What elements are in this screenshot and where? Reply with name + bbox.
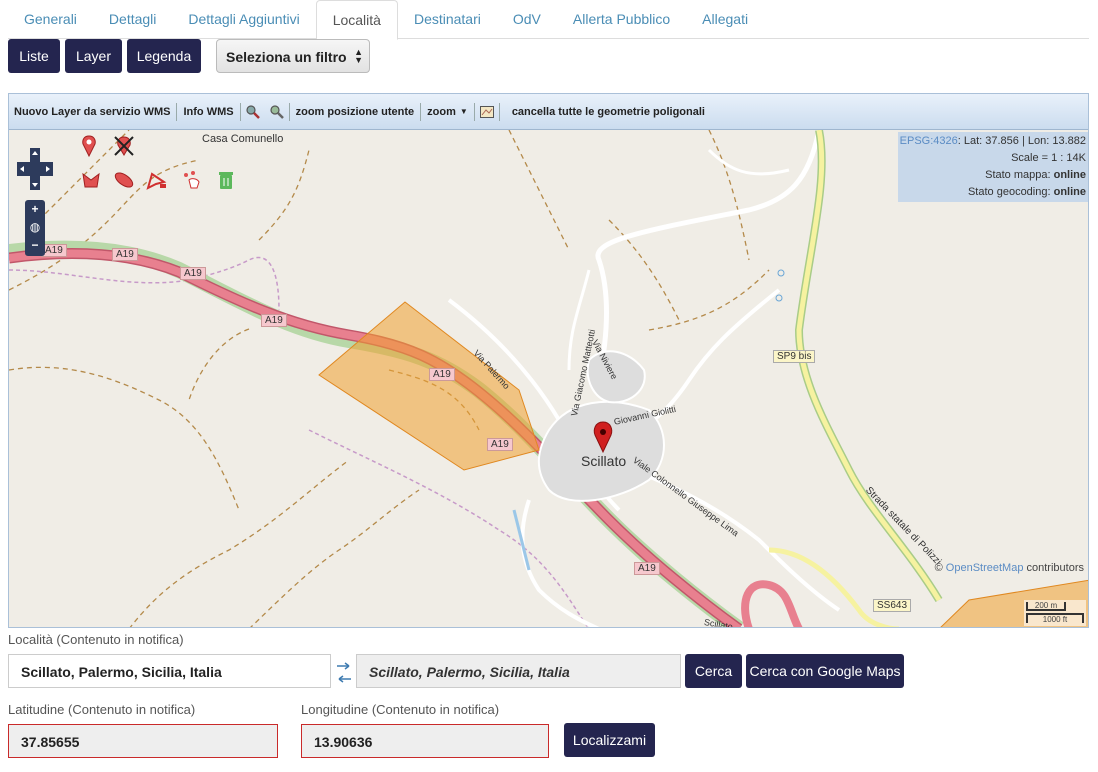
map-canvas[interactable]: Casa Comunello Scillato A19 A19 A19 A19 … [9, 130, 1088, 627]
map-label-town: Scillato [581, 453, 627, 469]
zoom-dropdown[interactable]: zoom ▼ [421, 106, 474, 118]
tab-generali[interactable]: Generali [8, 0, 93, 39]
latitude-field[interactable]: 37.85655 [8, 724, 278, 758]
cerca-google-maps-button[interactable]: Cerca con Google Maps [746, 654, 904, 688]
zoom-user-position-button[interactable]: zoom posizione utente [290, 106, 421, 118]
tab-localita[interactable]: Località [315, 0, 398, 40]
localita-input[interactable]: Scillato, Palermo, Sicilia, Italia [8, 654, 331, 688]
scale-bar: 200 m 1000 ft [1024, 600, 1086, 626]
zoom-in-icon[interactable]: + [25, 200, 45, 218]
localizzami-button[interactable]: Localizzami [564, 723, 655, 757]
map-label-a19: A19 [634, 562, 660, 575]
epsg-code[interactable]: EPSG:4326 [900, 135, 958, 147]
scale-bar-meters: 200 m [1026, 602, 1066, 611]
swap-arrows-icon[interactable] [336, 657, 352, 687]
toolbar-divider [473, 102, 475, 121]
zoom-out-icon[interactable]: − [25, 236, 45, 254]
globe-icon[interactable]: ◍ [25, 218, 45, 236]
map-label-a19: A19 [180, 267, 206, 280]
scale-readout: Scale = 1 : 14K [1011, 152, 1086, 164]
map-label-a19: A19 [112, 248, 138, 261]
map-status: online [1053, 169, 1086, 181]
map-label-sp9: SP9 bis [773, 350, 816, 363]
info-wms-button[interactable]: Info WMS [177, 106, 239, 118]
filter-select-value: Seleziona un filtro [226, 49, 347, 65]
zoom-dropdown-label: zoom [427, 105, 456, 118]
tab-allegati[interactable]: Allegati [686, 0, 764, 39]
cerca-button[interactable]: Cerca [685, 654, 742, 688]
select-arrows-icon: ▲ ▼ [354, 47, 363, 65]
clear-polygons-button[interactable]: cancella tutte le geometrie poligonali [500, 106, 711, 118]
tab-destinatari[interactable]: Destinatari [398, 0, 497, 39]
tab-odv[interactable]: OdV [497, 0, 557, 39]
liste-button[interactable]: Liste [8, 39, 60, 73]
localita-resolved-field: Scillato, Palermo, Sicilia, Italia [356, 654, 681, 688]
filter-select[interactable]: Seleziona un filtro ▲ ▼ [216, 39, 370, 73]
map-label-a19: A19 [429, 368, 455, 381]
map-container: Nuovo Layer da servizio WMS Info WMS zoo… [8, 93, 1089, 628]
layer-button[interactable]: Layer [65, 39, 122, 73]
zoom-out-tool-icon[interactable] [268, 103, 286, 121]
map-label-a19: A19 [487, 438, 513, 451]
localita-label: Località (Contenuto in notifica) [8, 632, 184, 647]
credit-suffix: contributors [1026, 562, 1084, 574]
lat-lon-readout: : Lat: 37.856 | Lon: 13.882 [957, 135, 1086, 147]
zoom-in-tool-icon[interactable] [244, 103, 262, 121]
longitude-label: Longitudine (Contenuto in notifica) [301, 702, 500, 717]
map-label-casa: Casa Comunello [202, 133, 284, 145]
map-label-ss643: SS643 [873, 599, 912, 612]
geocoding-status: online [1053, 186, 1086, 198]
tab-dettagli-aggiuntivi[interactable]: Dettagli Aggiuntivi [172, 0, 315, 39]
wms-layer-button[interactable]: Nuovo Layer da servizio WMS [9, 106, 176, 118]
tab-dettagli[interactable]: Dettagli [93, 0, 172, 39]
map-pan-control[interactable] [17, 148, 53, 190]
map-extent-icon[interactable] [478, 103, 496, 121]
geocoding-status-label: Stato geocoding: [967, 186, 1051, 198]
map-info-box: EPSG:4326: Lat: 37.856 | Lon: 13.882 Sca… [897, 132, 1088, 202]
caret-down-icon: ▼ [459, 107, 468, 116]
osm-attribution: © OpenStreetMap contributors [935, 562, 1084, 574]
scale-bar-feet: 1000 ft [1026, 613, 1084, 624]
latitude-label: Latitudine (Contenuto in notifica) [8, 702, 196, 717]
map-toolbar: Nuovo Layer da servizio WMS Info WMS zoo… [9, 94, 1088, 130]
tab-allerta-pubblico[interactable]: Allerta Pubblico [557, 0, 686, 39]
legenda-button[interactable]: Legenda [127, 39, 201, 73]
toolbar-divider [239, 102, 241, 121]
longitude-field[interactable]: 13.90636 [301, 724, 549, 758]
tab-bar: Generali Dettagli Dettagli Aggiuntivi Lo… [8, 0, 1089, 40]
map-zoom-control: + ◍ − [25, 200, 45, 256]
map-label-a19: A19 [261, 314, 287, 327]
osm-link[interactable]: OpenStreetMap [946, 562, 1024, 574]
credit-prefix: © [934, 562, 943, 574]
map-status-label: Stato mappa: [985, 169, 1051, 181]
